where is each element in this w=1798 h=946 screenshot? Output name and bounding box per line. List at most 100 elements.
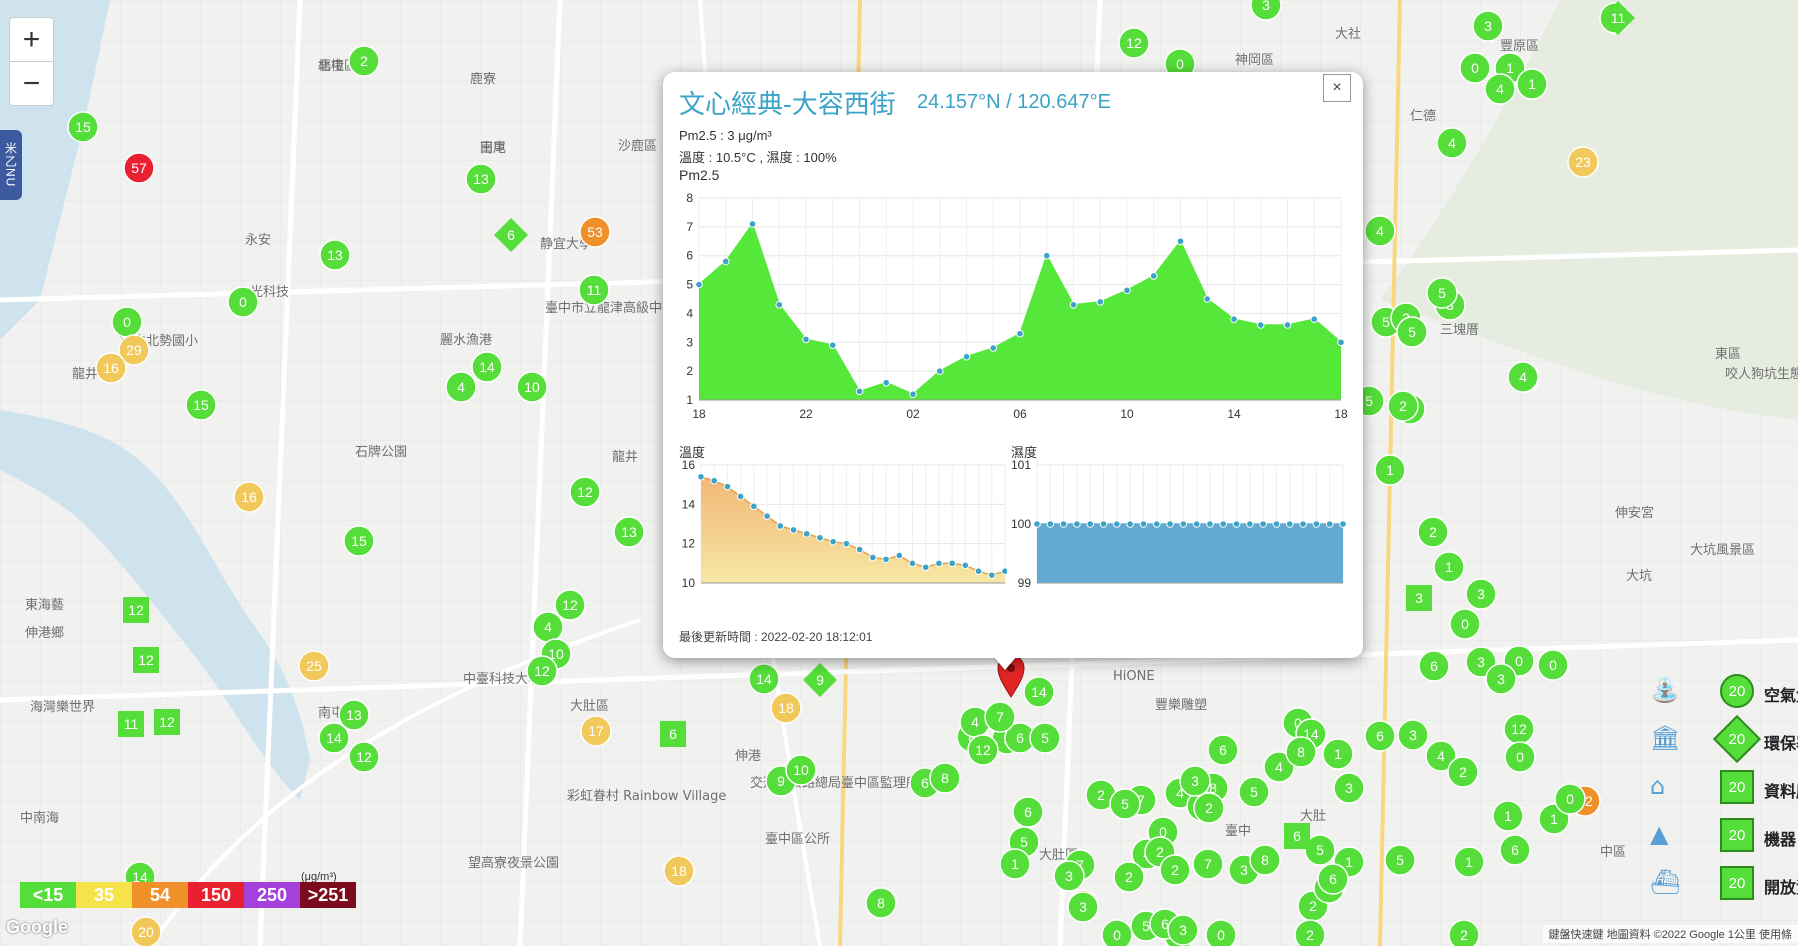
station-marker[interactable]: 14 <box>748 663 780 695</box>
station-marker[interactable]: 1 <box>1492 800 1524 832</box>
station-marker[interactable]: 0 <box>1449 608 1481 640</box>
station-marker[interactable]: 3 <box>1067 891 1099 923</box>
station-marker[interactable]: 3 <box>1179 765 1211 797</box>
station-marker[interactable]: 6 <box>1012 796 1044 828</box>
station-marker[interactable]: 10 <box>516 371 548 403</box>
map-canvas[interactable]: 田尾 梧棲區 鹿寮 神岡區 大社 豐原區 沙鹿區 仁德 永安 静宜大學 光科技 臺中市立龍津高級中等學… <box>0 0 1798 946</box>
station-marker[interactable]: 2 <box>1447 756 1479 788</box>
station-marker[interactable]: 12 <box>569 476 601 508</box>
station-marker[interactable]: 2 <box>1387 390 1419 422</box>
station-marker[interactable]: 57 <box>123 152 155 184</box>
station-marker[interactable]: 18 <box>663 855 695 887</box>
station-marker[interactable]: 5 <box>1426 277 1458 309</box>
station-marker[interactable]: 6 <box>1364 720 1396 752</box>
station-marker[interactable]: 6 <box>1207 734 1239 766</box>
station-marker[interactable]: 15 <box>185 389 217 421</box>
station-marker[interactable]: 12 <box>526 655 558 687</box>
station-marker[interactable]: 2 <box>348 45 380 77</box>
station-marker[interactable]: 13 <box>465 163 497 195</box>
station-marker[interactable]: 0 <box>1459 52 1491 84</box>
station-marker[interactable]: 17 <box>580 715 612 747</box>
station-marker[interactable]: 5 <box>1029 722 1061 754</box>
station-marker[interactable]: 3 <box>1465 578 1497 610</box>
station-marker[interactable]: 1 <box>1374 454 1406 486</box>
station-marker[interactable]: 8 <box>865 887 897 919</box>
station-marker[interactable]: 2 <box>1193 792 1225 824</box>
station-marker[interactable]: 0 <box>1504 741 1536 773</box>
station-square-marker[interactable]: 12 <box>154 709 180 735</box>
station-marker[interactable]: 4 <box>532 611 564 643</box>
station-marker[interactable]: 12 <box>1503 713 1535 745</box>
station-marker[interactable]: 2 <box>1294 919 1326 946</box>
station-marker[interactable]: 2 <box>1159 854 1191 886</box>
station-marker[interactable]: 4 <box>1507 361 1539 393</box>
station-marker[interactable]: 3 <box>1053 860 1085 892</box>
station-square-marker[interactable]: 3 <box>1406 585 1432 611</box>
station-marker[interactable]: 12 <box>554 589 586 621</box>
station-marker[interactable]: 3 <box>1167 914 1199 946</box>
station-marker[interactable]: 3 <box>1397 719 1429 751</box>
station-square-marker[interactable]: 12 <box>133 647 159 673</box>
station-marker[interactable]: 0 <box>1537 649 1569 681</box>
station-marker[interactable]: 16 <box>233 481 265 513</box>
station-marker[interactable]: 0 <box>1554 783 1586 815</box>
station-marker[interactable]: 10 <box>785 754 817 786</box>
station-marker[interactable]: 2 <box>1448 919 1480 946</box>
station-marker[interactable]: 20 <box>130 916 162 946</box>
station-marker[interactable]: 11 <box>578 274 610 306</box>
station-marker[interactable]: 8 <box>1285 736 1317 768</box>
station-marker[interactable]: 3 <box>1485 663 1517 695</box>
station-square-marker[interactable]: 12 <box>123 597 149 623</box>
station-marker[interactable]: 6 <box>1499 834 1531 866</box>
station-marker[interactable]: 8 <box>1249 844 1281 876</box>
station-marker[interactable]: 7 <box>984 701 1016 733</box>
station-marker[interactable]: 12 <box>1118 27 1150 59</box>
station-marker[interactable]: 4 <box>445 371 477 403</box>
station-square-marker[interactable]: 6 <box>660 721 686 747</box>
station-marker[interactable]: 23 <box>1567 146 1599 178</box>
station-marker[interactable]: 16 <box>95 352 127 384</box>
station-marker[interactable]: 18 <box>770 692 802 724</box>
station-marker[interactable]: 1 <box>1322 738 1354 770</box>
station-marker[interactable]: 0 <box>1205 919 1237 946</box>
station-marker[interactable]: 6 <box>1418 650 1450 682</box>
station-marker[interactable]: 53 <box>579 216 611 248</box>
zoom-out-button[interactable]: − <box>9 61 54 106</box>
zoom-in-button[interactable]: + <box>9 17 54 62</box>
station-marker[interactable]: 12 <box>348 741 380 773</box>
station-marker[interactable]: 15 <box>67 111 99 143</box>
station-marker[interactable]: 25 <box>298 650 330 682</box>
station-square-marker[interactable]: 6 <box>1284 823 1310 849</box>
station-marker[interactable]: 6 <box>1317 863 1349 895</box>
attribution-text[interactable]: 鍵盤快速鍵 地圖資料 ©2022 Google 1公里 <box>1549 929 1756 941</box>
station-marker[interactable]: 2 <box>1417 516 1449 548</box>
station-marker[interactable]: 4 <box>1484 73 1516 105</box>
station-marker[interactable]: 15 <box>343 525 375 557</box>
station-marker[interactable]: 1 <box>1453 846 1485 878</box>
station-marker[interactable]: 5 <box>1238 776 1270 808</box>
station-square-marker[interactable]: 11 <box>118 711 144 737</box>
station-marker[interactable]: 5 <box>1396 316 1428 348</box>
map-attribution[interactable]: 鍵盤快速鍵 地圖資料 ©2022 Google 1公里 使用條 <box>1542 925 1798 943</box>
station-marker[interactable]: 4 <box>1364 215 1396 247</box>
station-marker[interactable]: 3 <box>1333 772 1365 804</box>
station-marker[interactable]: 12 <box>967 734 999 766</box>
station-marker[interactable]: 5 <box>1384 844 1416 876</box>
station-marker[interactable]: 14 <box>471 351 503 383</box>
station-marker[interactable]: 1 <box>999 848 1031 880</box>
station-marker[interactable]: 0 <box>227 286 259 318</box>
station-marker[interactable]: 13 <box>613 516 645 548</box>
station-marker[interactable]: 14 <box>318 722 350 754</box>
station-marker[interactable]: 5 <box>1109 788 1141 820</box>
station-marker[interactable]: 0 <box>1101 919 1133 946</box>
side-panel-tab[interactable]: 米乙ΝU <box>0 130 22 200</box>
station-marker[interactable]: 7 <box>1192 848 1224 880</box>
station-marker[interactable]: 8 <box>929 762 961 794</box>
close-button[interactable]: × <box>1323 74 1351 102</box>
station-marker[interactable]: 4 <box>1436 127 1468 159</box>
terms-link[interactable]: 使用條 <box>1759 929 1792 941</box>
station-marker[interactable]: 0 <box>111 306 143 338</box>
station-marker[interactable]: 3 <box>1472 10 1504 42</box>
station-marker[interactable]: 14 <box>1023 676 1055 708</box>
station-marker[interactable]: 1 <box>1516 68 1548 100</box>
